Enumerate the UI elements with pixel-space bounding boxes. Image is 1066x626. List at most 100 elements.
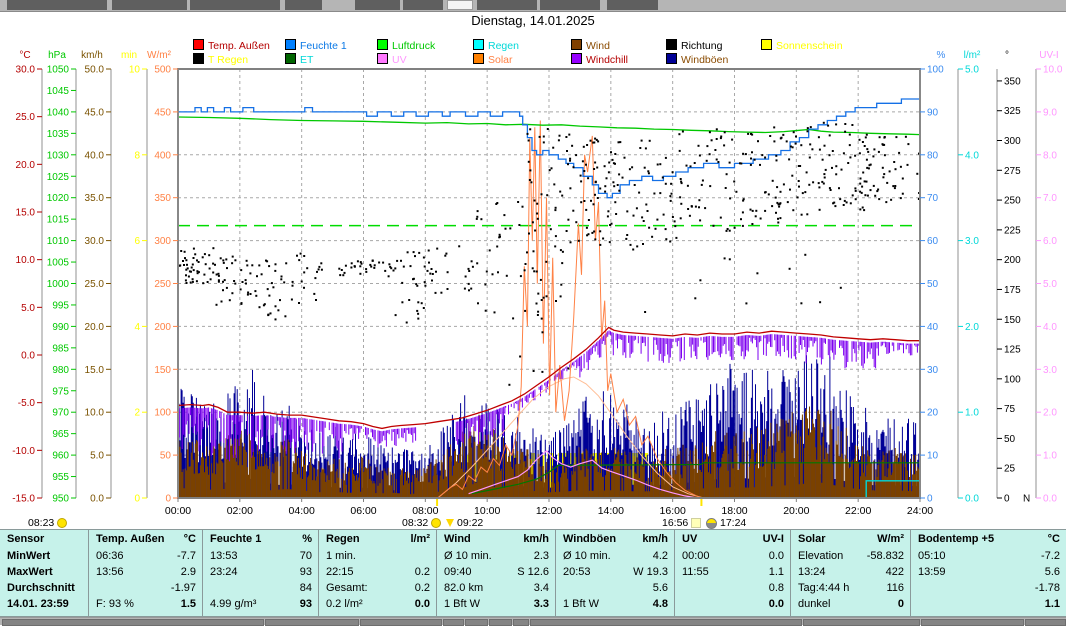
svg-text:15.0: 15.0: [85, 365, 105, 376]
svg-text:1.0: 1.0: [965, 408, 979, 419]
table-cell: 2.9: [181, 566, 196, 578]
statusbar-panel-remnant: [265, 619, 359, 626]
table-cell: 06:36: [96, 550, 124, 562]
svg-text:5.0: 5.0: [90, 451, 104, 462]
svg-text:4: 4: [134, 322, 140, 333]
table-cell: F: 93 %: [96, 598, 134, 610]
table-cell: 0: [898, 598, 904, 610]
table-cell: S 12.6: [517, 566, 549, 578]
sun-icon: [57, 518, 67, 528]
table-cell: 11:55: [682, 566, 709, 578]
table-cell: 0.8: [769, 582, 784, 594]
svg-text:40.0: 40.0: [85, 150, 105, 161]
svg-text:14:00: 14:00: [598, 505, 624, 517]
table-cell: 13:53: [210, 550, 238, 562]
table-cell: Temp. Außen: [96, 533, 164, 545]
svg-text:08:00: 08:00: [412, 505, 438, 517]
table-cell: 0.0: [769, 550, 784, 562]
svg-text:1045: 1045: [47, 86, 70, 97]
svg-text:90: 90: [927, 107, 939, 118]
svg-text:UV-I: UV-I: [1039, 50, 1058, 61]
table-cell: 82.0 km: [444, 582, 483, 594]
table-cell: 09:40: [444, 566, 472, 578]
table-cell: 0.2: [415, 582, 430, 594]
svg-text:20.0: 20.0: [16, 160, 36, 171]
svg-text:2.0: 2.0: [1043, 408, 1057, 419]
table-cell: UV: [682, 533, 697, 545]
sun-marker-16-56: 16:56: [662, 517, 701, 529]
svg-text:10.0: 10.0: [16, 255, 36, 266]
svg-text:2: 2: [134, 408, 140, 419]
table-cell: 22:15: [326, 566, 354, 578]
table-column-temp-au-en: Temp. Außen°C06:36-7.713:562.9-1.97F: 93…: [88, 530, 203, 616]
table-cell: 1 Bft W: [563, 598, 599, 610]
svg-text:125: 125: [1004, 345, 1021, 356]
table-cell: 0.0: [415, 598, 430, 610]
svg-text:4.0: 4.0: [1043, 322, 1057, 333]
table-cell: 1.1: [769, 566, 784, 578]
svg-text:km/h: km/h: [81, 50, 103, 61]
table-cell: Sensor: [7, 533, 44, 545]
svg-text:275: 275: [1004, 166, 1021, 177]
svg-text:-10.0: -10.0: [12, 446, 35, 457]
statusbar-panel-remnant: [489, 619, 512, 626]
table-cell: 4.8: [653, 598, 668, 610]
table-cell: 0.2: [415, 566, 430, 578]
table-cell: 13:59: [918, 566, 946, 578]
table-cell: -1.78: [1035, 582, 1060, 594]
table-cell: 93: [300, 566, 312, 578]
svg-text:950: 950: [52, 494, 69, 505]
table-cell: Durchschnitt: [7, 582, 75, 594]
svg-text:250: 250: [154, 279, 171, 290]
svg-text:990: 990: [52, 322, 69, 333]
table-cell: -7.7: [177, 550, 196, 562]
weather-chart: °C -15.0 -10.0 -5.0 0.0 5.0 10.0 15.0 20.0 2 5.0 30…: [0, 0, 1066, 530]
table-cell: Ø 10 min.: [444, 550, 492, 562]
svg-text:40: 40: [927, 322, 939, 333]
statusbar-panel-remnant: [513, 619, 529, 626]
statusbar-panel-remnant: [360, 619, 442, 626]
table-cell: Bodentemp +5: [918, 533, 994, 545]
svg-text:30.0: 30.0: [16, 65, 36, 76]
svg-text:5.0: 5.0: [1043, 279, 1057, 290]
table-cell: dunkel: [798, 598, 830, 610]
svg-text:15.0: 15.0: [16, 208, 36, 219]
table-cell: Feuchte 1: [210, 533, 261, 545]
table-cell: l/m²: [410, 533, 430, 545]
svg-text:400: 400: [154, 150, 171, 161]
svg-text:0: 0: [927, 494, 933, 505]
svg-text:0.0: 0.0: [1043, 494, 1057, 505]
svg-text:60: 60: [927, 236, 939, 247]
svg-text:250: 250: [1004, 196, 1021, 207]
table-cell: °C: [1048, 533, 1060, 545]
svg-text:3.0: 3.0: [1043, 365, 1057, 376]
svg-text:50: 50: [927, 279, 939, 290]
svg-text:1020: 1020: [47, 193, 70, 204]
svg-text:1030: 1030: [47, 150, 70, 161]
table-column-solar: SolarW/m²Elevation-58.83213:24422Tag:4:4…: [790, 530, 911, 616]
sun-marker-09-22: 09:22: [446, 517, 483, 529]
sun-icon: [431, 518, 441, 528]
table-cell: 3.3: [534, 598, 549, 610]
table-cell: %: [302, 533, 312, 545]
svg-text:1035: 1035: [47, 129, 70, 140]
table-column-bodentemp-5: Bodentemp +5°C05:10-7.213:595.6-1.781.1: [910, 530, 1066, 616]
statusbar-panel-remnant: [465, 619, 488, 626]
svg-text:1050: 1050: [47, 65, 70, 76]
svg-text:70: 70: [927, 193, 939, 204]
statusbar-panel-remnant: [530, 619, 802, 626]
table-column-sensor: SensorMinWertMaxWertDurchschnitt14.01. 2…: [0, 530, 88, 616]
svg-text:175: 175: [1004, 285, 1021, 296]
table-cell: 13:24: [798, 566, 826, 578]
sunset-icon: [706, 518, 717, 529]
svg-text:-15.0: -15.0: [12, 494, 35, 505]
svg-text:°C: °C: [19, 50, 30, 61]
axis-sunshine: min0246810: [121, 50, 147, 505]
statusbar-panel-remnant: [1025, 619, 1066, 626]
svg-text:50: 50: [1004, 434, 1016, 445]
svg-text:-5.0: -5.0: [18, 398, 36, 409]
table-cell: 1 Bft W: [444, 598, 480, 610]
table-cell: 116: [886, 582, 904, 594]
axis-temp: °C-15.0-10.0-5.00.05.010.015.020.025.030…: [12, 50, 42, 505]
svg-text:10: 10: [927, 451, 939, 462]
